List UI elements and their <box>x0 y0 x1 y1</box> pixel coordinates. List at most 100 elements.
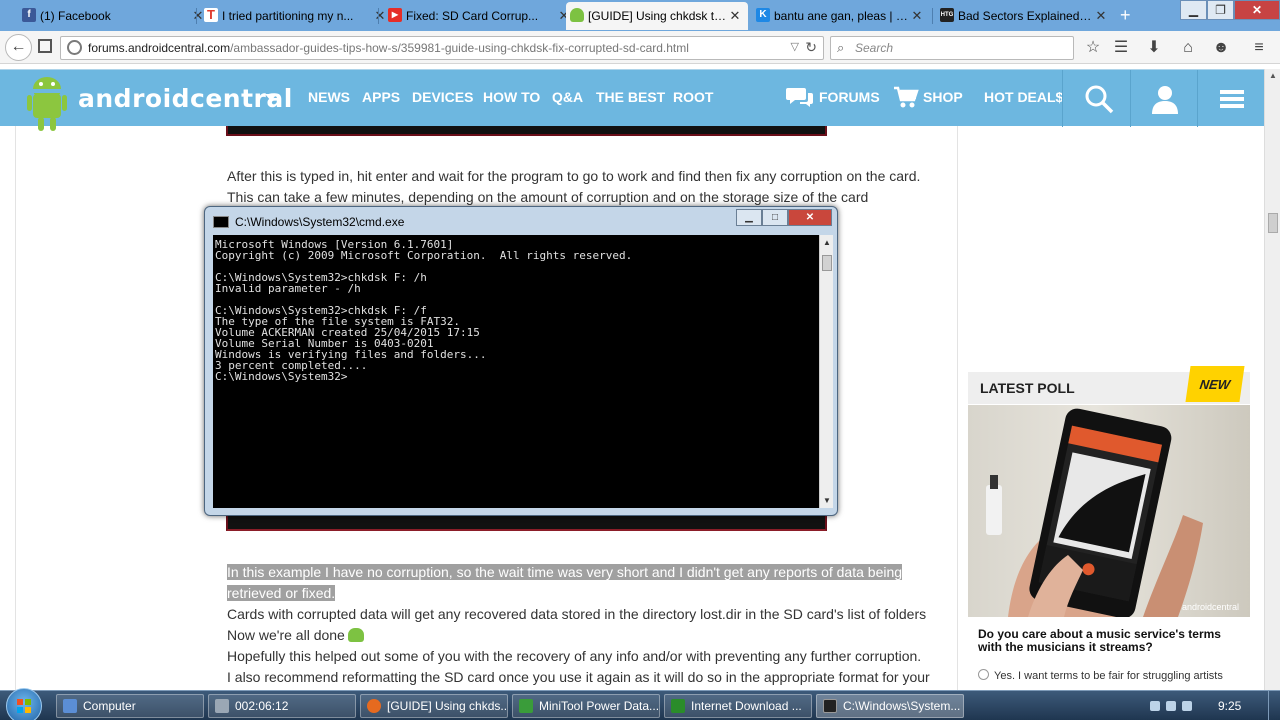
minimize-icon[interactable]: ▁ <box>736 209 762 226</box>
minimize-icon[interactable]: ▁ <box>1180 0 1207 20</box>
poll-option[interactable]: Yes. I want terms to be fair for struggl… <box>978 669 1253 682</box>
menu-devices[interactable]: DEVICES <box>412 89 473 105</box>
taskbar-clock[interactable]: 9:25 <box>1218 699 1241 713</box>
android-mascot-icon[interactable] <box>27 75 67 140</box>
taskbar-timer[interactable]: 002:06:12 <box>208 694 356 718</box>
scroll-down-arrow-icon[interactable]: ▼ <box>823 496 831 505</box>
t-logo-icon: T <box>204 8 218 22</box>
taskbar-firefox[interactable]: [GUIDE] Using chkds... <box>360 694 508 718</box>
image-watermark: androidcentral <box>1182 602 1239 612</box>
chevron-down-icon[interactable]: ▽ <box>791 40 799 53</box>
volume-icon[interactable] <box>1182 701 1192 711</box>
tray-arrow-icon[interactable] <box>1150 701 1160 711</box>
cmd-scrollbar[interactable]: ▲ ▼ <box>819 235 833 508</box>
kaskus-icon: K <box>756 8 770 22</box>
globe-icon <box>67 40 82 55</box>
poll-option-label: Yes. I want terms to be fair for struggl… <box>994 670 1223 682</box>
taskbar-minitool[interactable]: MiniTool Power Data... <box>512 694 660 718</box>
page-scrollbar[interactable]: ▲ <box>1264 69 1280 690</box>
site-header: androidcentral NEWS APPS DEVICES HOW TO … <box>0 69 1270 131</box>
taskbar-item-label: Computer <box>83 699 136 713</box>
url-text[interactable]: forums.androidcentral.com/ambassador-gui… <box>88 41 689 55</box>
search-placeholder: Search <box>855 41 894 55</box>
site-logo[interactable]: androidcentral <box>78 84 293 113</box>
cmd-title-bar[interactable]: C:\Windows\System32\cmd.exe ▁ □ ✕ <box>205 207 837 235</box>
forums-chat-icon <box>786 88 813 107</box>
tab-youtube-sd-card[interactable]: ▶ Fixed: SD Card Corrup... ✕ <box>384 2 577 30</box>
cmd-title: C:\Windows\System32\cmd.exe <box>235 215 405 229</box>
tab-separator <box>932 8 933 24</box>
cmd-console-output[interactable]: Microsoft Windows [Version 6.1.7601] Cop… <box>213 235 819 508</box>
chat-icon[interactable]: ☻ <box>1210 37 1232 59</box>
scroll-thumb[interactable] <box>822 255 832 271</box>
browser-tab-strip: f (1) Facebook ✕ T I tried partitioning … <box>0 0 1280 31</box>
reading-list-icon[interactable]: ☰ <box>1110 37 1132 59</box>
menu-the-best[interactable]: THE BEST <box>596 89 665 105</box>
show-desktop-button[interactable] <box>1268 691 1280 720</box>
selected-text: In this example I have no corruption, so… <box>227 564 903 601</box>
tab-label: [GUIDE] Using chkdsk to... <box>588 9 728 23</box>
article-paragraph: After this is typed in, hit enter and wa… <box>227 168 921 205</box>
home-icon[interactable]: ⌂ <box>1177 37 1199 59</box>
close-icon[interactable]: ✕ <box>1094 8 1108 24</box>
menu-icon[interactable]: ≡ <box>1248 37 1270 59</box>
start-button[interactable] <box>6 688 42 720</box>
timer-icon <box>215 699 229 713</box>
close-icon[interactable]: ✕ <box>788 209 832 226</box>
bookmark-star-icon[interactable]: ☆ <box>1082 37 1104 59</box>
header-divider <box>1062 70 1063 127</box>
menu-how-to[interactable]: HOW TO <box>483 89 540 105</box>
close-window-icon[interactable]: ✕ <box>1234 0 1280 20</box>
tab-partitioning[interactable]: T I tried partitioning my n... ✕ <box>200 2 393 30</box>
windows-logo-icon <box>17 699 31 713</box>
tab-facebook[interactable]: f (1) Facebook ✕ <box>18 2 211 30</box>
tab-guide-chkdsk[interactable]: [GUIDE] Using chkdsk to... ✕ <box>566 2 748 30</box>
header-divider <box>1197 70 1198 127</box>
download-arrow-icon[interactable]: ⬇ <box>1143 37 1165 59</box>
taskbar-item-label: [GUIDE] Using chkds... <box>387 699 508 713</box>
scroll-thumb[interactable] <box>1268 213 1278 233</box>
tab-label: bantu ane gan, pleas | K... <box>774 9 910 23</box>
maximize-icon[interactable]: □ <box>762 209 788 226</box>
back-arrow-icon[interactable]: ← <box>5 34 32 61</box>
address-bar[interactable]: forums.androidcentral.com/ambassador-gui… <box>60 36 824 60</box>
radio-button[interactable] <box>978 669 989 680</box>
search-icon[interactable] <box>1082 82 1116 116</box>
taskbar-item-label: 002:06:12 <box>235 699 289 713</box>
menu-shop[interactable]: SHOP <box>923 89 963 105</box>
menu-hot-deals[interactable]: HOT DEAL$ <box>984 89 1063 105</box>
chevron-down-icon[interactable] <box>265 94 277 101</box>
htg-icon: HTG <box>940 8 954 22</box>
maximize-icon[interactable]: ❐ <box>1207 0 1234 20</box>
tab-label: I tried partitioning my n... <box>222 9 354 23</box>
menu-news[interactable]: NEWS <box>308 89 350 105</box>
scroll-up-arrow-icon[interactable]: ▲ <box>1269 71 1277 80</box>
facebook-icon: f <box>22 8 36 22</box>
reload-icon[interactable]: ↻ <box>805 39 817 56</box>
close-icon[interactable]: ✕ <box>728 8 742 24</box>
close-icon[interactable]: ✕ <box>910 8 924 24</box>
scroll-up-arrow-icon[interactable]: ▲ <box>823 238 831 247</box>
hand-holding-phone-illustration: androidcentral <box>986 408 1239 617</box>
cmd-window[interactable]: C:\Windows\System32\cmd.exe ▁ □ ✕ Micros… <box>204 206 838 516</box>
poll-image[interactable]: androidcentral <box>968 405 1250 617</box>
column-divider <box>957 126 958 690</box>
new-tab-icon[interactable]: + <box>1120 5 1131 26</box>
menu-root[interactable]: ROOT <box>673 89 713 105</box>
taskbar-item-label: MiniTool Power Data... <box>539 699 660 713</box>
network-icon[interactable] <box>1166 701 1176 711</box>
tab-kaskus[interactable]: K bantu ane gan, pleas | K... ✕ <box>752 2 930 30</box>
tab-bad-sectors[interactable]: HTG Bad Sectors Explained: ... ✕ <box>936 2 1114 30</box>
search-box[interactable]: ⌕ Search <box>830 36 1074 60</box>
youtube-icon: ▶ <box>388 8 402 22</box>
taskbar-computer[interactable]: Computer <box>56 694 204 718</box>
user-icon[interactable] <box>1148 82 1182 116</box>
tab-label: Fixed: SD Card Corrup... <box>406 9 539 23</box>
menu-apps[interactable]: APPS <box>362 89 400 105</box>
menu-forums[interactable]: FORUMS <box>819 89 880 105</box>
taskbar-idm[interactable]: Internet Download ... <box>664 694 812 718</box>
pages-icon[interactable] <box>38 39 52 53</box>
taskbar-cmd[interactable]: C:\Windows\System... <box>816 694 964 718</box>
menu-qa[interactable]: Q&A <box>552 89 583 105</box>
hamburger-menu-icon[interactable] <box>1215 82 1249 116</box>
